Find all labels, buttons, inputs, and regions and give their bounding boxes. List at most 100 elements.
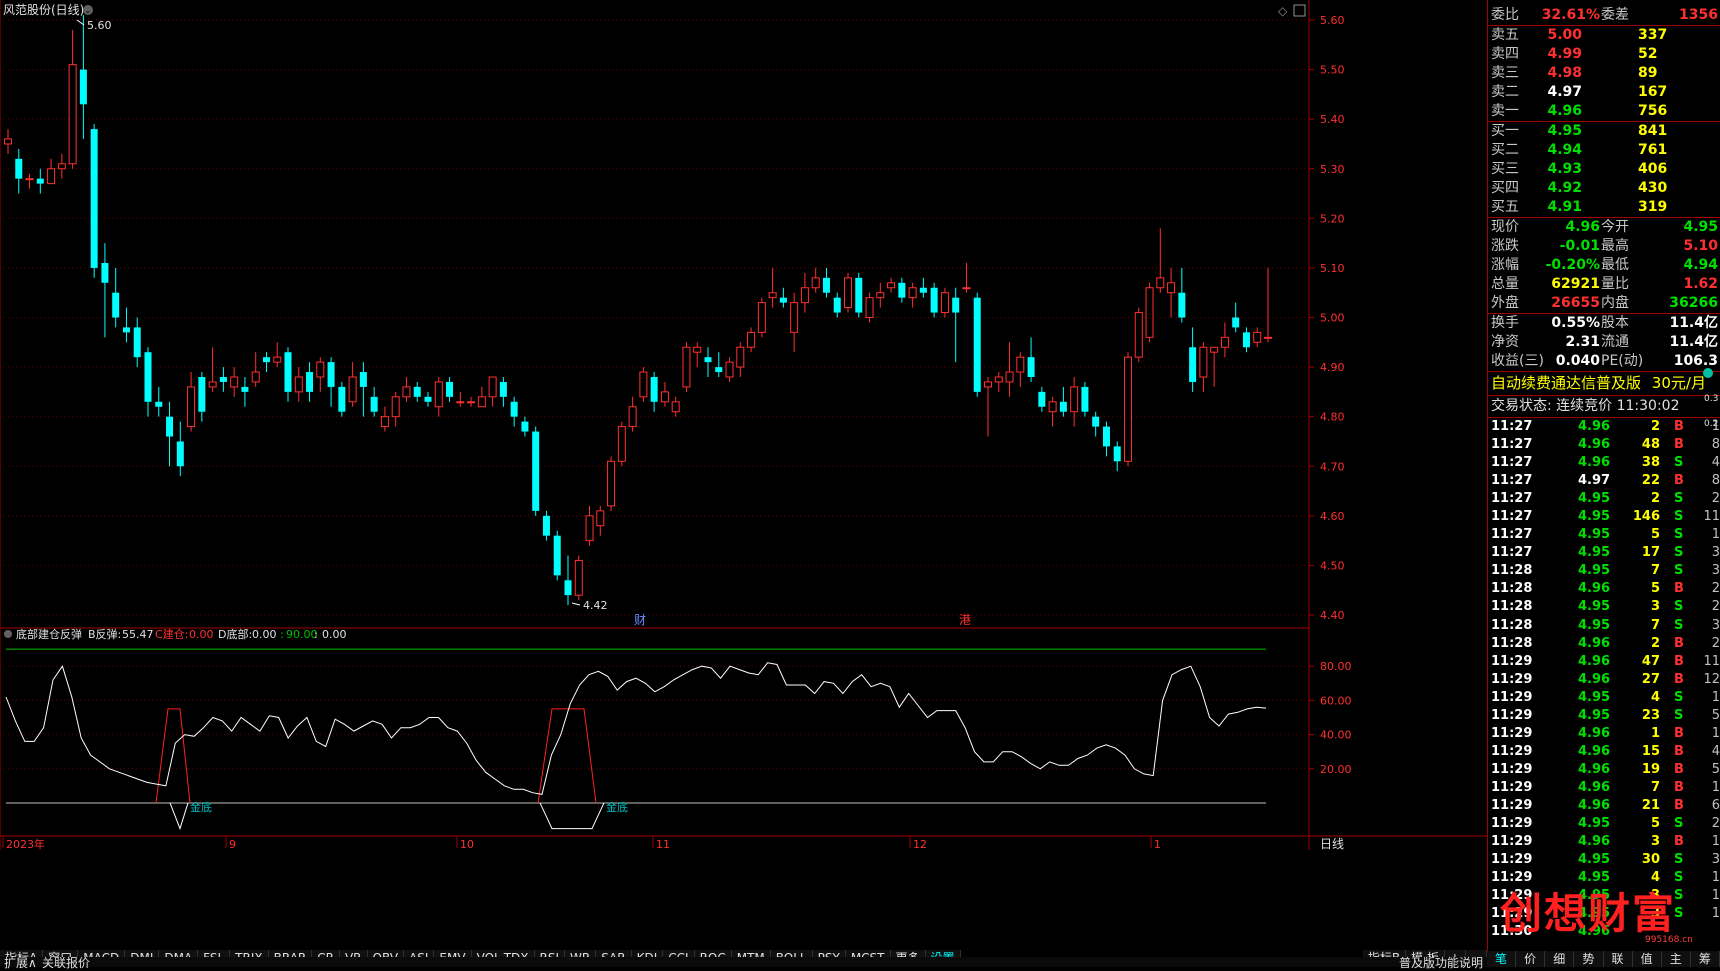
candle[interactable] [532,426,540,516]
tick-row[interactable]: 11:28 4.95 7 S 3 [1488,617,1720,635]
period-label[interactable]: 日线 [1320,837,1344,851]
tick-row[interactable]: 11:29 4.96 27 B 12 [1488,671,1720,689]
candle[interactable] [90,124,98,278]
candle[interactable] [1145,282,1154,343]
fund-row[interactable]: 换手 0.55% 股本 11.4亿 [1488,314,1720,333]
candle[interactable] [639,367,648,402]
stat-row[interactable]: 外盘 26655 内盘 36266 [1488,294,1720,313]
chart-svg[interactable]: 5.60 5.50 5.40 5.30 5.20 5.10 5.00 4.90 4.80 4.70… [0,0,1487,940]
tick-row[interactable]: 11:28 4.95 3 S 2 [1488,598,1720,616]
tick-row[interactable]: 11:28 4.96 2 B 2 [1488,635,1720,653]
tick-row[interactable]: 11:29 4.95 5 S 2 [1488,815,1720,833]
fund-row[interactable]: 收益(三) 0.040 PE(动) 106.3 [1488,352,1720,371]
panel-tab[interactable]: 值 [1632,951,1662,967]
chart-area[interactable]: 5.60 5.50 5.40 5.30 5.20 5.10 5.00 4.90 4.80 4.70… [0,0,1487,940]
event-marker-cai[interactable]: 财 [634,613,646,627]
candle[interactable] [855,272,863,318]
stat-row[interactable]: 涨跌 -0.01 最高 5.10 [1488,237,1720,256]
promo-text[interactable]: 自动续费通达信普及版 [1491,374,1641,392]
status-bar: 扩展∧ 关联报价 普及版功能说明 [0,956,1487,970]
promo-banner[interactable]: 自动续费通达信普及版 30元/月 [1488,372,1720,395]
feature-description-link[interactable]: 普及版功能说明 [1399,954,1483,971]
ask-row[interactable]: 卖二 4.97 167 [1488,83,1720,102]
event-marker-gang[interactable]: 港 [959,613,971,627]
diamond-icon[interactable]: ◇ [1278,4,1288,18]
tick-row[interactable]: 11:29 4.96 7 B 1 [1488,779,1720,797]
tick-row[interactable]: 11:27 4.95 5 S 1 [1488,526,1720,544]
indicator-settings-icon[interactable] [4,630,12,638]
bid-row[interactable]: 买四 4.92 430 [1488,179,1720,198]
candle[interactable] [1134,307,1143,363]
candle-body [402,386,411,398]
panel-tab[interactable]: 筹 [1690,951,1720,967]
tick-side: S [1674,617,1684,633]
tick-price: 4.96 [1578,725,1611,741]
tick-row[interactable]: 11:28 4.96 5 B 2 [1488,580,1720,598]
panel-tab[interactable]: 联 [1603,951,1633,967]
stat-label: 总量 [1491,276,1519,292]
candle[interactable] [607,456,616,511]
stat-row[interactable]: 总量 62921 量比 1.62 [1488,275,1720,294]
tick-count: 1 [1711,779,1720,795]
tick-row[interactable]: 11:27 4.96 2 B 1 [1488,418,1720,436]
candle[interactable] [617,421,626,467]
tick-row[interactable]: 11:29 4.95 4 S 1 [1488,689,1720,707]
indicator-y-tick-label: 20.00 [1320,763,1352,776]
tick-row[interactable]: 11:27 4.96 48 B 8 [1488,436,1720,454]
candle[interactable] [553,530,561,581]
ask-row[interactable]: 卖三 4.98 89 [1488,64,1720,83]
indicator-dot-icon[interactable] [1703,368,1713,378]
stat-row[interactable]: 涨幅 -0.20% 最低 4.94 [1488,256,1720,275]
bid-row[interactable]: 买三 4.93 406 [1488,160,1720,179]
ask-row[interactable]: 卖四 4.99 52 [1488,45,1720,64]
tick-price: 4.96 [1578,761,1611,777]
tick-row[interactable]: 11:29 4.96 19 B 5 [1488,761,1720,779]
candle[interactable] [757,297,766,338]
stat-row[interactable]: 现价 4.96 今开 4.95 [1488,218,1720,237]
candle-body [607,460,616,507]
candle[interactable] [1124,352,1132,467]
tick-row[interactable]: 11:27 4.95 2 S 2 [1488,490,1720,508]
expand-button[interactable]: 扩展∧ [4,954,37,971]
candle-body [488,376,497,398]
tick-row[interactable]: 11:29 4.96 15 B 4 [1488,743,1720,761]
ask-row[interactable]: 卖五 5.00 337 [1488,26,1720,45]
tick-row[interactable]: 11:27 4.95 146 S 11 [1488,508,1720,526]
tick-row[interactable]: 11:29 4.96 3 B 1 [1488,833,1720,851]
tick-time: 11:29 [1491,743,1533,759]
candle[interactable] [338,381,346,417]
tick-row[interactable]: 11:27 4.95 17 S 3 [1488,544,1720,562]
tick-row[interactable]: 11:27 4.97 22 B 8 [1488,472,1720,490]
candle[interactable] [574,555,583,601]
tick-row[interactable]: 11:29 4.96 1 B 1 [1488,725,1720,743]
stat-label-2: 今开 [1601,219,1629,235]
tick-row[interactable]: 11:28 4.95 7 S 3 [1488,562,1720,580]
tick-row[interactable]: 11:29 4.95 30 S 3 [1488,851,1720,869]
candle[interactable] [973,292,981,397]
tick-count: 1 [1711,906,1720,922]
tick-list[interactable]: 11:27 4.96 2 B 1 11:27 4.96 48 B 8 11:27 4… [1488,418,1720,941]
candle[interactable] [940,287,949,318]
panel-tab[interactable]: 势 [1574,951,1604,967]
tick-row[interactable]: 11:27 4.96 38 S 4 [1488,454,1720,472]
tick-time: 11:28 [1491,635,1533,651]
tick-row[interactable]: 11:29 4.96 47 B 11 [1488,653,1720,671]
candle[interactable] [844,272,852,313]
candle[interactable] [682,342,691,392]
tick-row[interactable]: 11:29 4.95 23 S 5 [1488,707,1720,725]
bid-row[interactable]: 买五 4.91 319 [1488,198,1720,217]
panel-tab[interactable]: 价 [1516,951,1546,967]
panel-tab[interactable]: 笔 [1487,951,1517,967]
tick-row[interactable]: 11:29 4.96 21 B 6 [1488,797,1720,815]
related-quote-button[interactable]: 关联报价 [42,954,90,971]
panel-tab[interactable]: 细 [1545,951,1575,967]
fund-row[interactable]: 净资 2.31 流通 11.4亿 [1488,333,1720,352]
bid-row[interactable]: 买一 4.95 841 [1488,122,1720,141]
candle[interactable] [1081,381,1089,417]
promo-price[interactable]: 30元/月 [1652,374,1706,392]
candle[interactable] [865,292,874,323]
candle[interactable] [930,282,938,318]
panel-tab[interactable]: 主 [1661,951,1691,967]
bid-row[interactable]: 买二 4.94 761 [1488,141,1720,160]
ask-row[interactable]: 卖一 4.96 756 [1488,102,1720,121]
